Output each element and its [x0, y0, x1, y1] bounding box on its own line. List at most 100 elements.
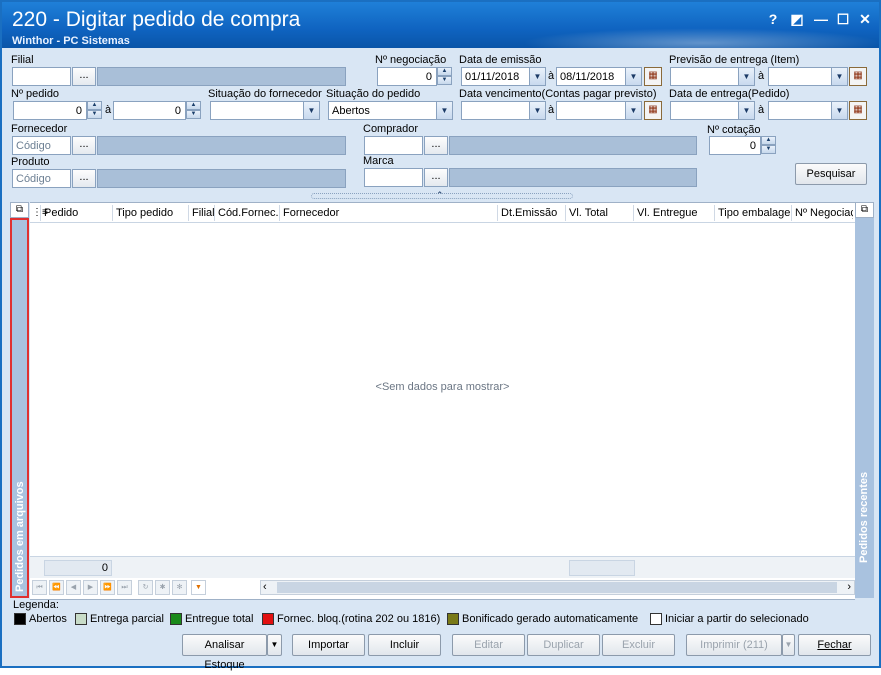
- spin-down-icon[interactable]: ▼: [87, 110, 102, 119]
- close-icon[interactable]: ✕: [855, 10, 875, 28]
- column-header[interactable]: Filial: [192, 207, 215, 219]
- filter-icon[interactable]: ▼: [191, 580, 206, 595]
- pedido-to-input[interactable]: 0: [113, 101, 186, 120]
- fornecedor-codigo-input[interactable]: Código: [12, 136, 71, 155]
- spin-up-icon[interactable]: ▲: [186, 101, 201, 110]
- filial-input[interactable]: [12, 67, 71, 86]
- minimize-icon[interactable]: —: [811, 10, 831, 28]
- cotacao-spinner[interactable]: ▲ ▼: [761, 136, 776, 155]
- negociacao-input[interactable]: 0: [377, 67, 437, 86]
- duplicar-button[interactable]: Duplicar: [527, 634, 600, 656]
- refresh-icon[interactable]: ↻: [138, 580, 153, 595]
- chevron-down-icon[interactable]: ▼: [625, 102, 641, 119]
- spin-down-icon[interactable]: ▼: [186, 110, 201, 119]
- spin-down-icon[interactable]: ▼: [761, 145, 776, 154]
- last-page-icon[interactable]: ⏭: [117, 580, 132, 595]
- editar-button[interactable]: Editar: [452, 634, 525, 656]
- chevron-down-icon[interactable]: ▼: [529, 68, 545, 85]
- chevron-down-icon[interactable]: ▼: [738, 68, 754, 85]
- pedido-from-input[interactable]: 0: [13, 101, 87, 120]
- emissao-to-input[interactable]: 08/11/2018 ▼: [556, 67, 642, 86]
- emissao-from-input[interactable]: 01/11/2018 ▼: [461, 67, 546, 86]
- imprimir-button[interactable]: Imprimir (211): [686, 634, 782, 656]
- column-header[interactable]: Vl. Entregue: [637, 207, 698, 219]
- entrega-from-input[interactable]: ▼: [670, 101, 755, 120]
- produto-codigo-input[interactable]: Código: [12, 169, 71, 188]
- pedidos-recentes-panel[interactable]: Pedidos recentes: [855, 218, 874, 598]
- spin-down-icon[interactable]: ▼: [437, 76, 452, 85]
- sit-pedido-select[interactable]: Abertos ▼: [328, 101, 453, 120]
- pedido-to-spinner[interactable]: ▲ ▼: [186, 101, 201, 120]
- previsao-to-input[interactable]: ▼: [768, 67, 848, 86]
- sit-fornecedor-select[interactable]: ▼: [210, 101, 320, 120]
- column-header[interactable]: Pedido: [44, 207, 78, 219]
- horizontal-scrollbar[interactable]: ‹ ›: [260, 580, 855, 595]
- first-page-icon[interactable]: ⏮: [32, 580, 47, 595]
- column-header[interactable]: Vl. Total: [569, 207, 608, 219]
- asterisk-icon[interactable]: ✱: [155, 580, 170, 595]
- column-header[interactable]: Fornecedor: [283, 207, 339, 219]
- fornecedor-search-button[interactable]: ...: [72, 136, 96, 155]
- prev-record-icon[interactable]: ◀: [66, 580, 81, 595]
- scroll-left-icon[interactable]: ‹: [263, 581, 267, 594]
- spin-up-icon[interactable]: ▲: [437, 67, 452, 76]
- comprador-input[interactable]: [364, 136, 423, 155]
- restore-panel-icon[interactable]: ⧉: [855, 202, 874, 218]
- column-header[interactable]: Tipo pedido: [116, 207, 173, 219]
- spin-up-icon[interactable]: ▲: [761, 136, 776, 145]
- imprimir-dropdown-icon[interactable]: ▼: [782, 634, 795, 656]
- marca-search-button[interactable]: ...: [424, 168, 448, 187]
- marca-input[interactable]: [364, 168, 423, 187]
- maximize-icon[interactable]: ☐: [833, 10, 853, 28]
- vencimento-to-input[interactable]: ▼: [556, 101, 642, 120]
- chevron-down-icon[interactable]: ▼: [436, 102, 452, 119]
- entrega-to-input[interactable]: ▼: [768, 101, 848, 120]
- chevron-down-icon[interactable]: ▼: [831, 68, 847, 85]
- calendar-icon[interactable]: ▦: [849, 67, 867, 86]
- next-record-icon[interactable]: ▶: [83, 580, 98, 595]
- cotacao-input[interactable]: 0: [709, 136, 761, 155]
- column-header[interactable]: Dt.Emissão: [501, 207, 557, 219]
- negociacao-spinner[interactable]: ▲ ▼: [437, 67, 452, 86]
- help-icon[interactable]: ?: [763, 10, 783, 28]
- previsao-from-input[interactable]: ▼: [670, 67, 755, 86]
- column-header[interactable]: Nº Negociação: [795, 207, 853, 219]
- scroll-thumb[interactable]: [277, 582, 837, 593]
- column-header[interactable]: Tipo embalagem: [718, 207, 790, 219]
- clear-filter-icon[interactable]: ✻: [172, 580, 187, 595]
- chevron-up-icon[interactable]: ⌃: [436, 190, 444, 201]
- calendar-icon[interactable]: ▦: [644, 67, 662, 86]
- vencimento-from-input[interactable]: ▼: [461, 101, 546, 120]
- pedidos-arquivos-panel[interactable]: Pedidos em arquivos: [10, 218, 29, 598]
- pesquisar-button[interactable]: Pesquisar: [795, 163, 867, 185]
- column-header[interactable]: Cód.Fornec.: [218, 207, 279, 219]
- legend-label: Iniciar a partir do selecionado: [665, 613, 809, 625]
- scroll-right-icon[interactable]: ›: [847, 581, 851, 594]
- chevron-down-icon[interactable]: ▼: [303, 102, 319, 119]
- next-page-icon[interactable]: ⏩: [100, 580, 115, 595]
- prev-page-icon[interactable]: ⏪: [49, 580, 64, 595]
- calendar-icon[interactable]: ▦: [849, 101, 867, 120]
- chevron-down-icon[interactable]: ▼: [738, 102, 754, 119]
- produto-codigo-placeholder: Código: [16, 173, 51, 185]
- calendar-icon[interactable]: ▦: [644, 101, 662, 120]
- restore-panel-icon[interactable]: ⧉: [10, 202, 29, 218]
- importar-button[interactable]: Importar: [292, 634, 365, 656]
- cotacao-label: Nº cotação: [707, 124, 761, 136]
- analisar-estoque-button[interactable]: Analisar Estoque: [182, 634, 267, 671]
- fechar-button[interactable]: Fechar: [798, 634, 871, 656]
- chevron-down-icon[interactable]: ▼: [831, 102, 847, 119]
- chevron-down-icon[interactable]: ▼: [625, 68, 641, 85]
- iniciar-checkbox[interactable]: [650, 613, 662, 625]
- incluir-button[interactable]: Incluir: [368, 634, 441, 656]
- orders-grid[interactable]: ⋮≡ Pedido Tipo pedido Filial Cód.Fornec.…: [30, 202, 855, 600]
- pedido-from-spinner[interactable]: ▲ ▼: [87, 101, 102, 120]
- analisar-dropdown-icon[interactable]: ▼: [267, 634, 282, 656]
- skin-icon[interactable]: ◩: [787, 10, 807, 28]
- excluir-button[interactable]: Excluir: [602, 634, 675, 656]
- comprador-search-button[interactable]: ...: [424, 136, 448, 155]
- chevron-down-icon[interactable]: ▼: [529, 102, 545, 119]
- produto-search-button[interactable]: ...: [72, 169, 96, 188]
- filial-search-button[interactable]: ...: [72, 67, 96, 86]
- spin-up-icon[interactable]: ▲: [87, 101, 102, 110]
